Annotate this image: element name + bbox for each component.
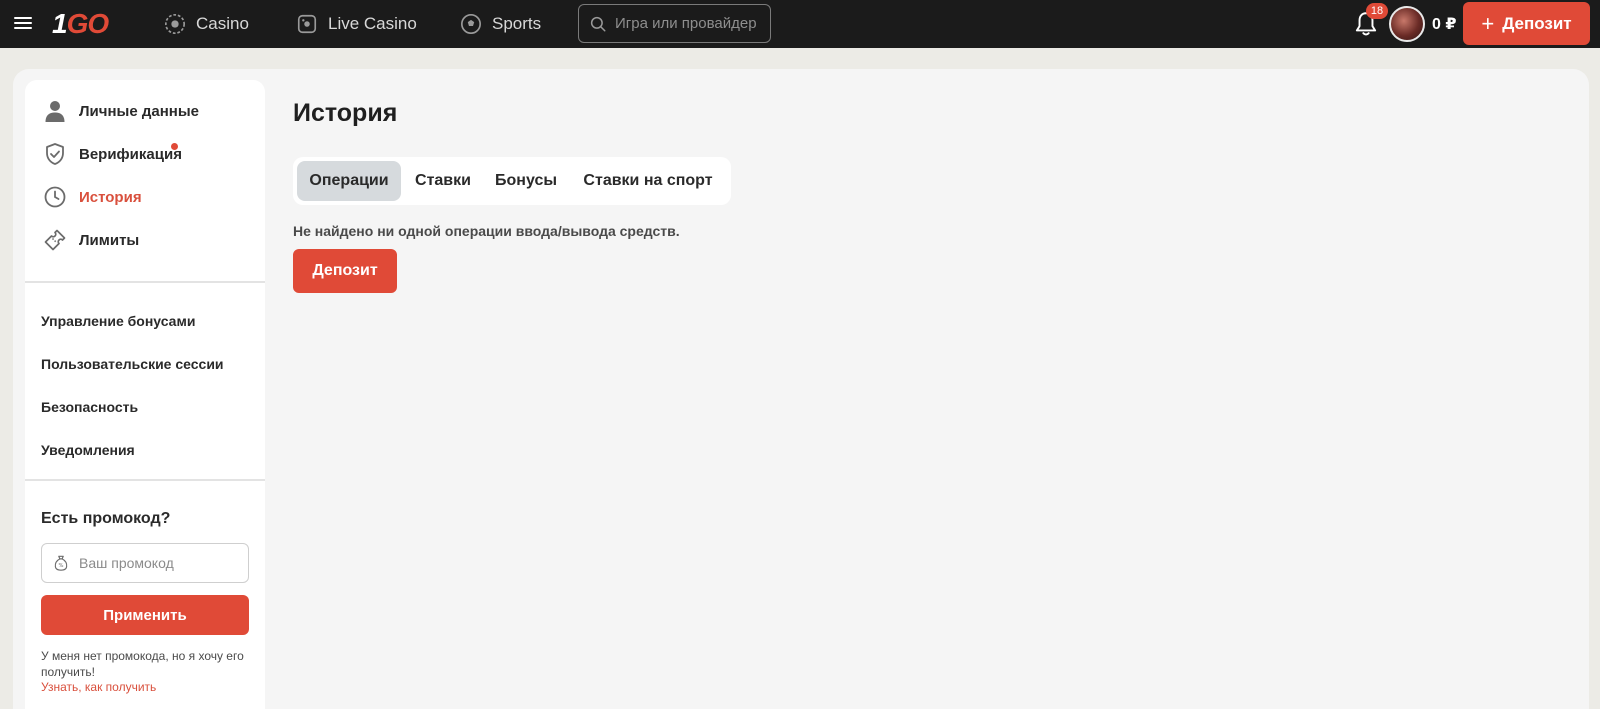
sidebar-item-personal-data[interactable]: Личные данные bbox=[43, 97, 199, 125]
nav-live-casino[interactable]: Live Casino bbox=[296, 11, 417, 37]
search-box[interactable] bbox=[578, 4, 771, 43]
tab-bets[interactable]: Ставки bbox=[405, 161, 481, 201]
tab-operations[interactable]: Операции bbox=[297, 161, 401, 201]
soccer-ball-icon bbox=[461, 14, 481, 34]
notifications-badge: 18 bbox=[1366, 3, 1388, 19]
deposit-button[interactable]: Депозит bbox=[293, 249, 397, 293]
sidebar-item-limits[interactable]: Лимиты bbox=[43, 226, 139, 254]
sidebar-item-verification[interactable]: Верификация bbox=[43, 140, 182, 168]
promo-learn-link[interactable]: Узнать, как получить bbox=[41, 680, 156, 694]
money-bag-icon: % bbox=[54, 555, 68, 571]
nav-casino[interactable]: Casino bbox=[164, 11, 249, 37]
tab-bonuses[interactable]: Бонусы bbox=[485, 161, 567, 201]
empty-state-message: Не найдено ни одной операции ввода/вывод… bbox=[293, 223, 680, 239]
sidebar-link-notifications[interactable]: Уведомления bbox=[41, 442, 135, 458]
sidebar-item-history[interactable]: История bbox=[43, 183, 142, 211]
avatar[interactable] bbox=[1389, 6, 1425, 42]
menu-icon[interactable] bbox=[14, 14, 32, 32]
search-icon bbox=[590, 16, 606, 31]
sidebar-link-security[interactable]: Безопасность bbox=[41, 399, 138, 415]
promo-input[interactable] bbox=[79, 555, 239, 571]
live-casino-icon bbox=[297, 14, 317, 34]
sidebar-divider bbox=[25, 281, 265, 283]
ticket-icon bbox=[44, 229, 66, 251]
header-deposit-button[interactable]: + Депозит bbox=[1463, 2, 1590, 45]
sidebar-divider bbox=[25, 479, 265, 481]
tab-sports-bets[interactable]: Ставки на спорт bbox=[573, 161, 723, 201]
shield-check-icon bbox=[46, 143, 64, 165]
sidebar-link-bonus-management[interactable]: Управление бонусами bbox=[41, 313, 195, 329]
clock-icon bbox=[44, 186, 66, 208]
svg-text:%: % bbox=[59, 563, 64, 569]
balance: 0 ₽ bbox=[1432, 16, 1457, 33]
page-title: История bbox=[293, 99, 398, 127]
nav-sports[interactable]: Sports bbox=[460, 11, 541, 37]
history-tabs: Операции Ставки Бонусы Ставки на спорт bbox=[293, 157, 731, 205]
promo-field[interactable]: % bbox=[41, 543, 249, 583]
plus-icon: + bbox=[1481, 10, 1495, 36]
user-icon bbox=[45, 101, 65, 122]
roulette-icon bbox=[165, 14, 185, 34]
promo-title: Есть промокод? bbox=[41, 510, 171, 527]
promo-hint: У меня нет промокода, но я хочу его полу… bbox=[41, 649, 244, 679]
sidebar-link-user-sessions[interactable]: Пользовательские сессии bbox=[41, 356, 224, 372]
apply-promo-button[interactable]: Применить bbox=[41, 595, 249, 635]
search-input[interactable] bbox=[615, 15, 765, 32]
sidebar: Личные данные Верификация История Лимиты… bbox=[25, 80, 265, 709]
top-bar: 1GO Casino Live Casino Sports 18 0 ₽ + Д… bbox=[0, 0, 1600, 48]
logo[interactable]: 1GO bbox=[52, 8, 109, 40]
verification-alert-dot bbox=[171, 143, 178, 150]
